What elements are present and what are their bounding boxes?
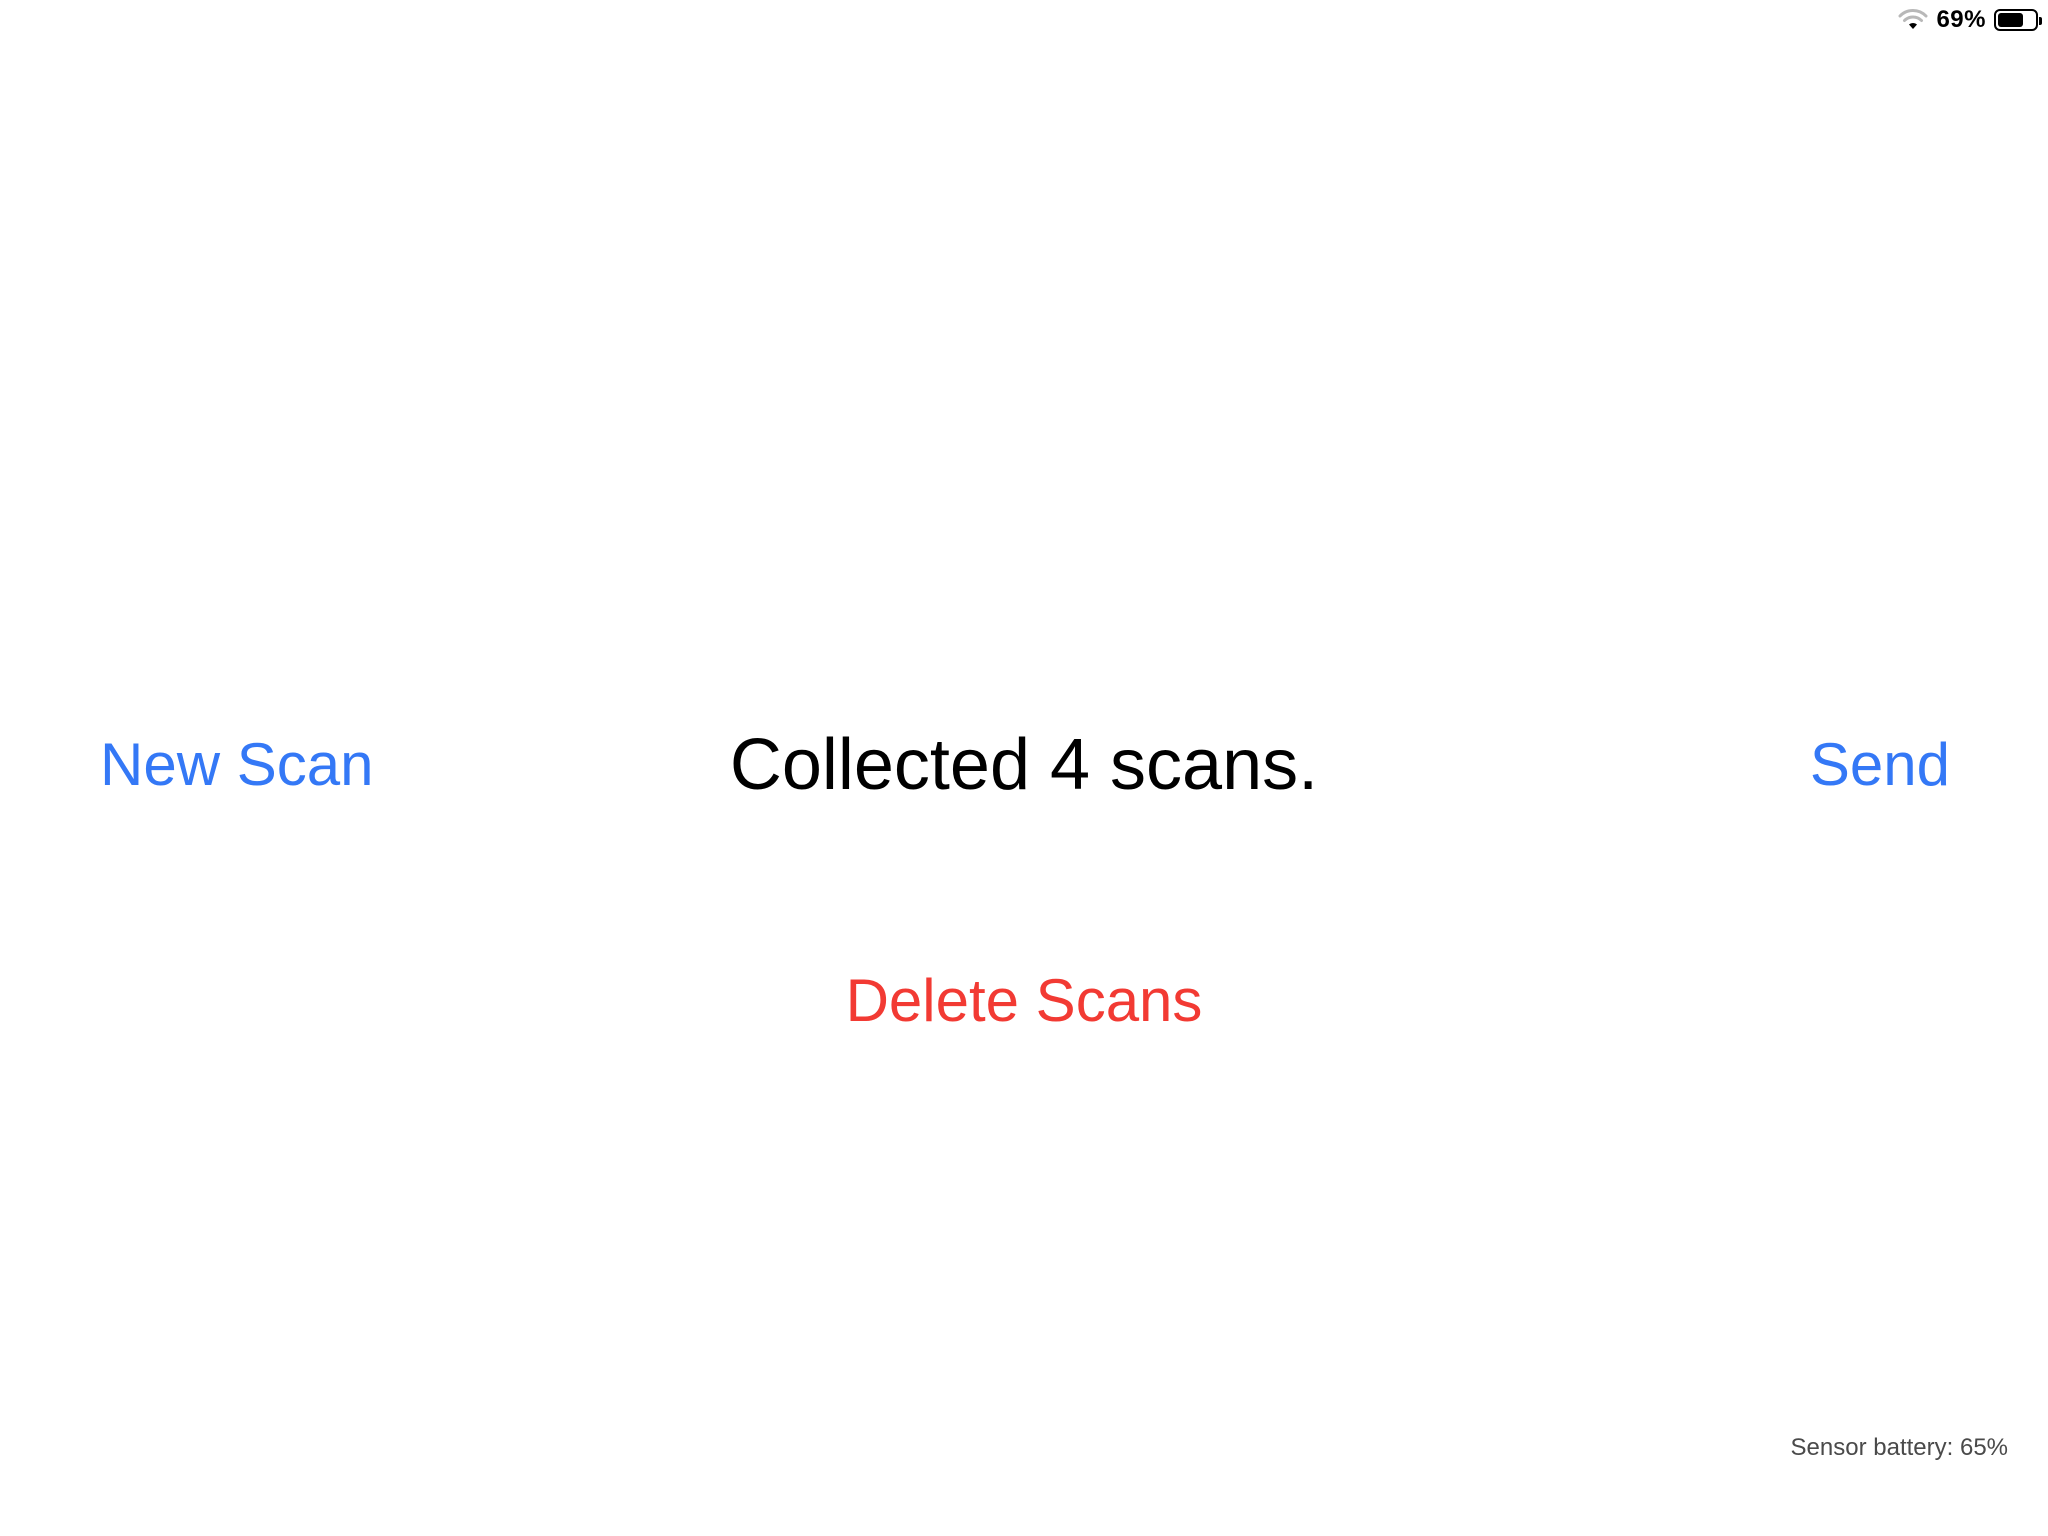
send-button[interactable]: Send bbox=[1810, 730, 1950, 799]
status-bar: 69% bbox=[1898, 0, 2048, 40]
delete-scans-button[interactable]: Delete Scans bbox=[0, 966, 2048, 1035]
battery-percent: 69% bbox=[1936, 6, 1986, 33]
new-scan-button[interactable]: New Scan bbox=[100, 730, 373, 799]
battery-icon bbox=[1994, 9, 2042, 31]
battery-cap bbox=[2039, 17, 2042, 25]
sensor-battery-label: Sensor battery: 65% bbox=[1790, 1434, 2008, 1461]
scan-screen: 69% New Scan Collected 4 scans. Send Del… bbox=[0, 0, 2048, 1536]
wifi-icon bbox=[1898, 8, 1928, 32]
battery-level-fill bbox=[1998, 13, 2023, 27]
